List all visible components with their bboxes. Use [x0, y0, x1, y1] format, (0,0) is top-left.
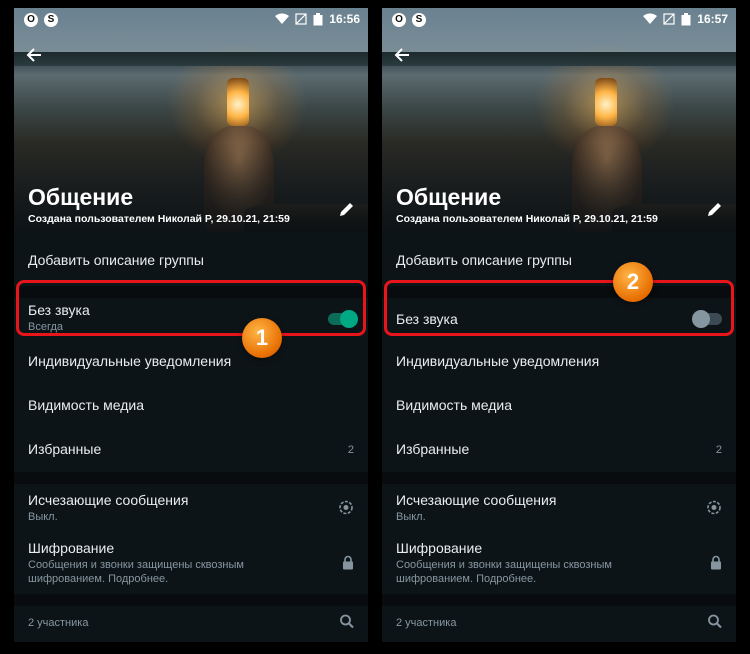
no-sim-icon: [295, 13, 307, 25]
back-button[interactable]: [394, 46, 410, 69]
section-separator: [14, 594, 368, 606]
status-time: 16:56: [329, 12, 360, 26]
custom-notifications-row[interactable]: Индивидуальные уведомления: [382, 340, 736, 384]
edit-group-button[interactable]: [338, 200, 358, 220]
search-participants-button[interactable]: [340, 614, 354, 632]
participants-header: 2 участника: [382, 608, 736, 638]
section-separator: [382, 594, 736, 606]
lantern: [595, 78, 617, 126]
status-time: 16:57: [697, 12, 728, 26]
battery-icon: [681, 12, 691, 25]
pencil-icon: [708, 203, 721, 216]
search-participants-button[interactable]: [708, 614, 722, 632]
arrow-left-icon: [26, 48, 41, 62]
add-description-label: Добавить описание группы: [28, 252, 204, 268]
back-button[interactable]: [26, 46, 42, 69]
starred-count: 2: [347, 444, 354, 456]
opera-icon: O: [24, 13, 38, 27]
step-badge-1: 1: [242, 318, 282, 358]
disappearing-sublabel: Выкл.: [396, 511, 426, 523]
custom-notifications-label: Индивидуальные уведомления: [396, 353, 600, 369]
group-title: Общение: [28, 184, 134, 210]
participant-name: Вы: [28, 638, 354, 642]
disappearing-row[interactable]: Исчезающие сообщения Выкл.: [382, 484, 736, 534]
horizon: [382, 52, 736, 66]
search-icon: [708, 614, 722, 629]
disappearing-sublabel: Выкл.: [28, 511, 58, 523]
starred-label: Избранные: [28, 441, 102, 457]
lantern: [227, 78, 249, 126]
encryption-sublabel-1: Сообщения и звонки защищены сквозным: [396, 559, 612, 571]
encryption-row[interactable]: Шифрование Сообщения и звонки защищены с…: [382, 534, 736, 594]
participants-count: 2 участника: [28, 617, 89, 629]
mute-highlight-box-2: [384, 280, 734, 336]
encryption-sublabel-2: шифрованием. Подробнее.: [28, 573, 169, 585]
media-visibility-label: Видимость медиа: [28, 397, 145, 413]
edit-group-button[interactable]: [706, 200, 726, 220]
battery-icon: [313, 12, 323, 25]
step-badge-2: 2: [613, 262, 653, 302]
participant-name: Вы: [396, 638, 722, 642]
timer-icon: [706, 500, 722, 519]
messenger-icon: S: [44, 13, 58, 27]
horizon: [14, 52, 368, 66]
group-created-info: Создана пользователем Николай Р, 29.10.2…: [28, 213, 290, 225]
starred-row[interactable]: Избранные 2: [382, 428, 736, 472]
media-visibility-row[interactable]: Видимость медиа: [14, 384, 368, 428]
participant-row[interactable]: Вы: [14, 638, 368, 642]
lock-icon: [342, 555, 354, 573]
encryption-row[interactable]: Шифрование Сообщения и звонки защищены с…: [14, 534, 368, 594]
status-bar: O S 16:56: [14, 8, 368, 34]
status-bar: O S 16:57: [382, 8, 736, 34]
add-description-row[interactable]: Добавить описание группы: [14, 232, 368, 286]
wifi-icon: [275, 13, 290, 24]
encryption-sublabel-1: Сообщения и звонки защищены сквозным: [28, 559, 244, 571]
disappearing-row[interactable]: Исчезающие сообщения Выкл.: [14, 484, 368, 534]
encryption-sublabel-2: шифрованием. Подробнее.: [396, 573, 537, 585]
starred-label: Избранные: [396, 441, 470, 457]
no-sim-icon: [663, 13, 675, 25]
add-description-label: Добавить описание группы: [396, 252, 572, 268]
section-separator: [14, 472, 368, 484]
mute-highlight-box-1: [16, 280, 366, 336]
custom-notifications-label: Индивидуальные уведомления: [28, 353, 232, 369]
participants-header: 2 участника: [14, 608, 368, 638]
add-description-row[interactable]: Добавить описание группы: [382, 232, 736, 286]
encryption-label: Шифрование: [396, 540, 483, 556]
encryption-label: Шифрование: [28, 540, 115, 556]
wifi-icon: [643, 13, 658, 24]
group-created-info: Создана пользователем Николай Р, 29.10.2…: [396, 213, 658, 225]
media-visibility-row[interactable]: Видимость медиа: [382, 384, 736, 428]
group-title: Общение: [396, 184, 502, 210]
section-separator: [382, 472, 736, 484]
timer-icon: [338, 500, 354, 519]
participant-row[interactable]: Вы: [382, 638, 736, 642]
custom-notifications-row[interactable]: Индивидуальные уведомления: [14, 340, 368, 384]
disappearing-label: Исчезающие сообщения: [28, 492, 189, 508]
pencil-icon: [340, 203, 353, 216]
starred-count: 2: [715, 444, 722, 456]
disappearing-label: Исчезающие сообщения: [396, 492, 557, 508]
lock-icon: [710, 555, 722, 573]
media-visibility-label: Видимость медиа: [396, 397, 513, 413]
starred-row[interactable]: Избранные 2: [14, 428, 368, 472]
participants-count: 2 участника: [396, 617, 457, 629]
arrow-left-icon: [394, 48, 409, 62]
opera-icon: O: [392, 13, 406, 27]
messenger-icon: S: [412, 13, 426, 27]
search-icon: [340, 614, 354, 629]
